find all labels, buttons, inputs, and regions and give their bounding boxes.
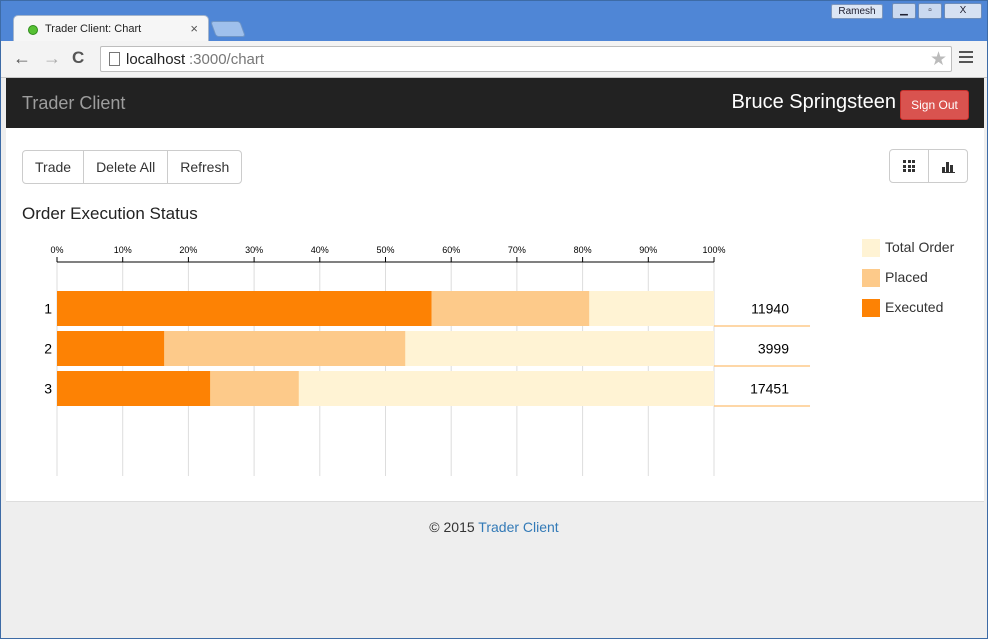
page-icon [109, 52, 120, 66]
back-icon[interactable]: ← [13, 48, 31, 69]
sign-out-button[interactable]: Sign Out [900, 90, 969, 120]
legend-swatch-executed [862, 299, 880, 317]
url-path: :3000/chart [189, 51, 265, 68]
x-tick-label: 80% [574, 245, 592, 255]
close-window-button[interactable]: X [944, 3, 982, 19]
x-tick-label: 20% [179, 245, 197, 255]
x-tick-label: 90% [639, 245, 657, 255]
app-navbar: Trader Client Bruce Springsteen Sign Out [6, 78, 984, 128]
maximize-button[interactable]: ▫ [918, 3, 942, 19]
category-label: 3 [44, 381, 52, 397]
x-tick-label: 100% [702, 245, 725, 255]
bar-executed [57, 371, 211, 406]
title-bar: Trader Client: Chart × Ramesh ▁ ▫ X [1, 1, 987, 42]
address-bar[interactable]: localhost :3000/chart ★ [100, 46, 952, 72]
menu-icon[interactable] [959, 51, 973, 66]
order-status-chart: 0% 10% 20% 30% 40% 50% 60% 70% 80% 90% 100% 1 11940 2… [44, 245, 810, 476]
reload-icon[interactable]: C [72, 48, 84, 68]
tab-favicon-icon [28, 25, 38, 35]
legend-label: Executed [885, 299, 944, 315]
legend-swatch-total [862, 239, 880, 257]
url-host: localhost [126, 51, 186, 68]
x-tick-label: 0% [50, 245, 63, 255]
tab-close-icon[interactable]: × [190, 21, 198, 36]
category-label: 1 [44, 301, 52, 317]
minimize-button[interactable]: ▁ [892, 3, 916, 19]
browser-window: Trader Client: Chart × Ramesh ▁ ▫ X ← → … [0, 0, 988, 639]
x-tick-label: 50% [376, 245, 394, 255]
total-value-label: 17451 [750, 381, 789, 397]
forward-icon[interactable]: → [43, 48, 61, 69]
legend-label: Placed [885, 269, 928, 285]
bar-executed [57, 331, 165, 366]
legend-label: Total Order [885, 239, 955, 255]
browser-toolbar: ← → C localhost :3000/chart ★ [1, 41, 987, 78]
bookmark-star-icon[interactable]: ★ [930, 48, 947, 71]
brand-link[interactable]: Trader Client [22, 93, 125, 114]
new-tab-button[interactable] [210, 21, 246, 37]
main-content: Trade Delete All Refresh Order Execution… [6, 128, 984, 502]
x-tick-label: 70% [508, 245, 526, 255]
x-tick-label: 30% [245, 245, 263, 255]
footer-link[interactable]: Trader Client [478, 519, 558, 535]
x-tick-label: 60% [442, 245, 460, 255]
browser-tab[interactable]: Trader Client: Chart × [13, 15, 209, 42]
user-name: Bruce Springsteen [731, 91, 896, 113]
x-tick-label: 40% [311, 245, 329, 255]
total-value-label: 3999 [758, 341, 789, 357]
footer-copyright: © 2015 [429, 519, 479, 535]
total-value-label: 11940 [751, 301, 789, 317]
tab-title: Trader Client: Chart [45, 23, 142, 35]
category-label: 2 [44, 341, 52, 357]
x-tick-label: 10% [114, 245, 132, 255]
bar-executed [57, 291, 432, 326]
profile-chip[interactable]: Ramesh [831, 4, 883, 19]
footer: © 2015 Trader Client [1, 519, 987, 535]
legend-swatch-placed [862, 269, 880, 287]
